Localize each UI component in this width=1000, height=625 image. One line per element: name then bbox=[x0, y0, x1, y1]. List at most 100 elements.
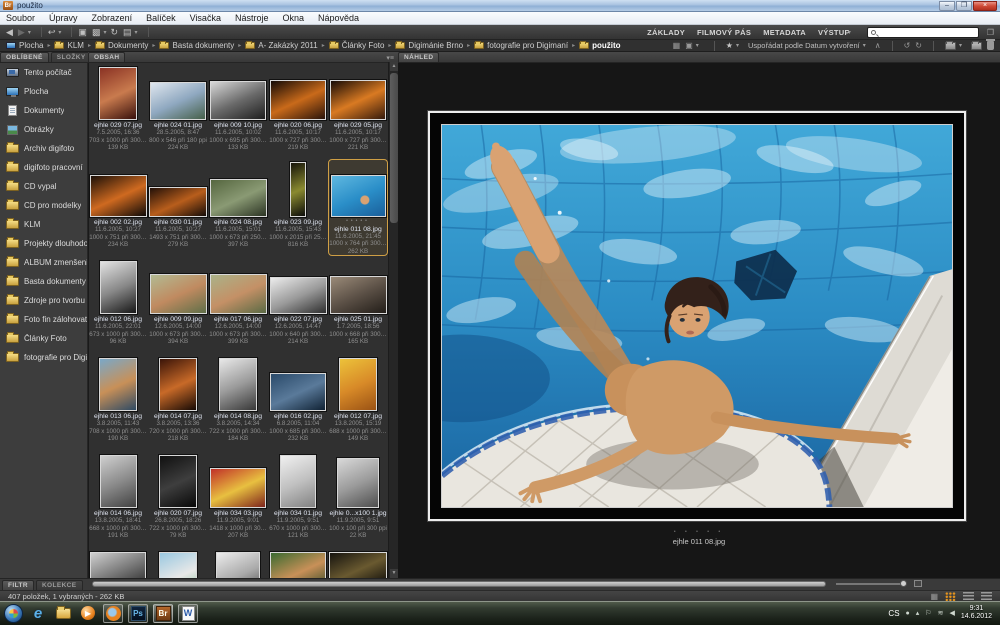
menu-item-nástroje[interactable]: Nástroje bbox=[235, 13, 269, 23]
scroll-down-icon[interactable]: ▼ bbox=[390, 569, 398, 578]
sidebar-item-projekty-dlouhodob-[interactable]: Projekty dlouhodobé bbox=[0, 234, 87, 253]
taskbar-firefox[interactable] bbox=[103, 604, 123, 623]
start-button[interactable] bbox=[4, 604, 23, 623]
sidebar-item-basta-dokumenty[interactable]: Basta dokumenty bbox=[0, 272, 87, 291]
thumbnail-item[interactable]: •••••ejhle 020 07.jpg26.8.2005, 18:26722… bbox=[148, 450, 208, 547]
details-view-icon[interactable] bbox=[963, 592, 974, 601]
sidebar-item-cd-vypal[interactable]: CD vypal bbox=[0, 177, 87, 196]
sort-label[interactable]: Uspořádat podle Datum vytvoření bbox=[748, 41, 860, 50]
thumbnail-image[interactable] bbox=[280, 455, 316, 508]
thumbnail-item-partial[interactable] bbox=[328, 547, 388, 578]
breadcrumb-current[interactable]: použito bbox=[579, 41, 620, 50]
open-folder-icon[interactable] bbox=[945, 42, 956, 50]
thumbnail-image[interactable] bbox=[90, 175, 147, 217]
thumbnail-image[interactable] bbox=[159, 455, 197, 508]
compact-mode-icon[interactable]: ❐ bbox=[987, 28, 994, 37]
workspace-tab-základy[interactable]: ZÁKLADY bbox=[647, 28, 685, 37]
sidebar-item--l-nky-foto[interactable]: Články Foto bbox=[0, 329, 87, 348]
tray-expand-icon[interactable]: ▴ bbox=[916, 609, 920, 617]
thumbnail-image[interactable] bbox=[210, 179, 267, 217]
sort-ascending-icon[interactable]: ∧ bbox=[875, 41, 881, 50]
language-indicator[interactable]: CS bbox=[888, 609, 899, 618]
thumbnail-item[interactable]: •••••ejhle 029 05.jpg11.6.2005, 10:17100… bbox=[328, 62, 388, 159]
thumbnail-item-partial[interactable] bbox=[88, 547, 148, 578]
thumbnail-image[interactable] bbox=[270, 552, 326, 578]
thumbnail-image[interactable] bbox=[159, 358, 197, 411]
refine-dropdown-icon[interactable]: ▾ bbox=[103, 29, 106, 36]
maximize-button[interactable]: ❐ bbox=[956, 1, 972, 11]
breadcrumb-item[interactable]: fotografie pro Digimaní bbox=[474, 41, 568, 50]
thumbnail-image[interactable] bbox=[290, 162, 306, 217]
tab-obsah[interactable]: OBSAH bbox=[88, 52, 125, 62]
thumbnail-view-icon[interactable] bbox=[945, 592, 956, 601]
thumbnail-item[interactable]: •••••ejhle 034 03.jpg11.9.2005, 9:011418… bbox=[208, 450, 268, 547]
workspace-tab-filmový-pás[interactable]: FILMOVÝ PÁS bbox=[697, 28, 751, 37]
thumbnail-image[interactable] bbox=[339, 358, 377, 411]
close-button[interactable]: × bbox=[973, 1, 997, 11]
new-folder-icon[interactable] bbox=[971, 42, 982, 50]
sidebar-item-foto-fin-z-lohovat[interactable]: Foto fin zálohovat bbox=[0, 310, 87, 329]
tab-slozky[interactable]: SLOŽKY bbox=[51, 52, 92, 62]
breadcrumb-item[interactable]: A- Zakázky 2011 bbox=[245, 41, 317, 50]
sidebar-item-obr-zky[interactable]: Obrázky bbox=[0, 120, 87, 139]
sidebar-item-digifoto-pracovn-[interactable]: digifoto pracovní bbox=[0, 158, 87, 177]
thumbnail-item[interactable]: •••••ejhle 020 06.jpg11.6.2005, 10:17100… bbox=[268, 62, 328, 159]
thumbnail-item[interactable]: •••••ejhle 014 06.jpg13.8.2005, 18:41668… bbox=[88, 450, 148, 547]
taskbar-photoshop[interactable]: Ps bbox=[128, 604, 148, 623]
menu-item-soubor[interactable]: Soubor bbox=[6, 13, 35, 23]
thumbnail-image[interactable] bbox=[331, 175, 386, 217]
trash-icon[interactable] bbox=[987, 41, 994, 50]
sort-dropdown-icon[interactable]: ▾ bbox=[863, 42, 866, 49]
taskbar-bridge[interactable]: Br bbox=[153, 604, 173, 623]
preview-rating-dots[interactable]: • • • • • bbox=[398, 529, 1000, 535]
lock-thumbnail-grid-icon[interactable] bbox=[914, 580, 922, 587]
thumbnail-item[interactable]: •••••ejhle 025 01.jpg1.7.2005, 18:561000… bbox=[328, 256, 388, 353]
taskbar-internet-explorer[interactable]: e bbox=[28, 604, 48, 623]
thumbnail-item[interactable]: •••••ejhle 016 02.jpg6.8.2005, 11:041000… bbox=[268, 353, 328, 450]
camera-raw-icon[interactable]: ↻ bbox=[110, 26, 118, 39]
tab-kolekce[interactable]: KOLEKCE bbox=[36, 580, 83, 590]
thumbnail-item[interactable]: •••••ejhle 017 06.jpg12.6.2005, 14:00100… bbox=[208, 256, 268, 353]
thumbnail-item[interactable]: •••••ejhle 022 07.jpg12.6.2005, 14:47100… bbox=[268, 256, 328, 353]
thumbnail-item[interactable]: •••••ejhle 009 10.jpg11.6.2005, 10:02100… bbox=[208, 62, 268, 159]
taskbar-explorer[interactable] bbox=[53, 604, 73, 623]
thumbnail-item[interactable]: •••••ejhle 034 01.jpg11.9.2005, 9:51670 … bbox=[268, 450, 328, 547]
refine-icon[interactable]: ▩ bbox=[92, 26, 101, 39]
scroll-up-icon[interactable]: ▲ bbox=[390, 62, 398, 71]
breadcrumb-item[interactable]: Digimánie Brno bbox=[395, 41, 463, 50]
sidebar-item-zdroje-pro-tvorbu-[interactable]: Zdroje pro tvorbu ... bbox=[0, 291, 87, 310]
thumbnail-image[interactable] bbox=[210, 468, 266, 508]
sidebar-item-plocha[interactable]: Plocha bbox=[0, 82, 87, 101]
rating-filter-star-icon[interactable]: ★ bbox=[726, 41, 733, 50]
tray-help-icon[interactable]: ● bbox=[906, 610, 910, 617]
sidebar-item-cd-pro-modelky[interactable]: CD pro modelky bbox=[0, 196, 87, 215]
sidebar-item-fotografie-pro-digi-[interactable]: fotografie pro Digi... bbox=[0, 348, 87, 367]
tray-volume-icon[interactable]: ◀ bbox=[949, 609, 954, 617]
breadcrumb-item[interactable]: Basta dokumenty bbox=[159, 41, 234, 50]
thumbnail-image[interactable] bbox=[150, 274, 207, 314]
thumbnail-image[interactable] bbox=[330, 276, 387, 314]
thumbnail-image[interactable] bbox=[100, 455, 137, 508]
breadcrumb-item[interactable]: Články Foto bbox=[329, 41, 385, 50]
thumbnail-image[interactable] bbox=[99, 358, 137, 411]
thumbnail-rating-dots[interactable]: ••••• bbox=[346, 218, 370, 224]
menu-item-zobrazení[interactable]: Zobrazení bbox=[92, 13, 133, 23]
search-box[interactable] bbox=[867, 27, 979, 38]
nav-dropdown-icon[interactable]: ▾ bbox=[28, 29, 31, 36]
thumbnail-image[interactable] bbox=[216, 552, 260, 578]
thumbnail-image[interactable] bbox=[219, 358, 257, 411]
list-view-icon[interactable] bbox=[981, 592, 992, 601]
panel-menu-icon[interactable]: ▾≡ bbox=[386, 54, 398, 62]
menu-item-visačka[interactable]: Visačka bbox=[190, 13, 221, 23]
filter-grid-icon[interactable]: ▦ bbox=[673, 41, 681, 50]
thumbnail-image[interactable] bbox=[149, 187, 207, 217]
sidebar-item-album-zmen-eniny[interactable]: ALBUM zmenšeniny bbox=[0, 253, 87, 272]
thumbnail-item[interactable]: •••••ejhle 014 08.jpg3.8.2005, 14:34722 … bbox=[208, 353, 268, 450]
thumbnail-item[interactable]: •••••ejhle 013 06.jpg3.8.2005, 11:43708 … bbox=[88, 353, 148, 450]
thumbnail-item[interactable]: •••••ejhle 023 09.jpg11.6.2005, 15:43100… bbox=[268, 159, 328, 256]
thumbnail-item[interactable]: •••••ejhle 030 01.jpg11.6.2005, 10:27149… bbox=[148, 159, 208, 256]
thumbnail-image[interactable] bbox=[150, 82, 206, 120]
grid-view-icon[interactable]: ▦ bbox=[930, 592, 938, 601]
breadcrumb-item[interactable]: KLM bbox=[54, 41, 83, 50]
sidebar-item-tento-po-ta-[interactable]: Tento počítač bbox=[0, 63, 87, 82]
